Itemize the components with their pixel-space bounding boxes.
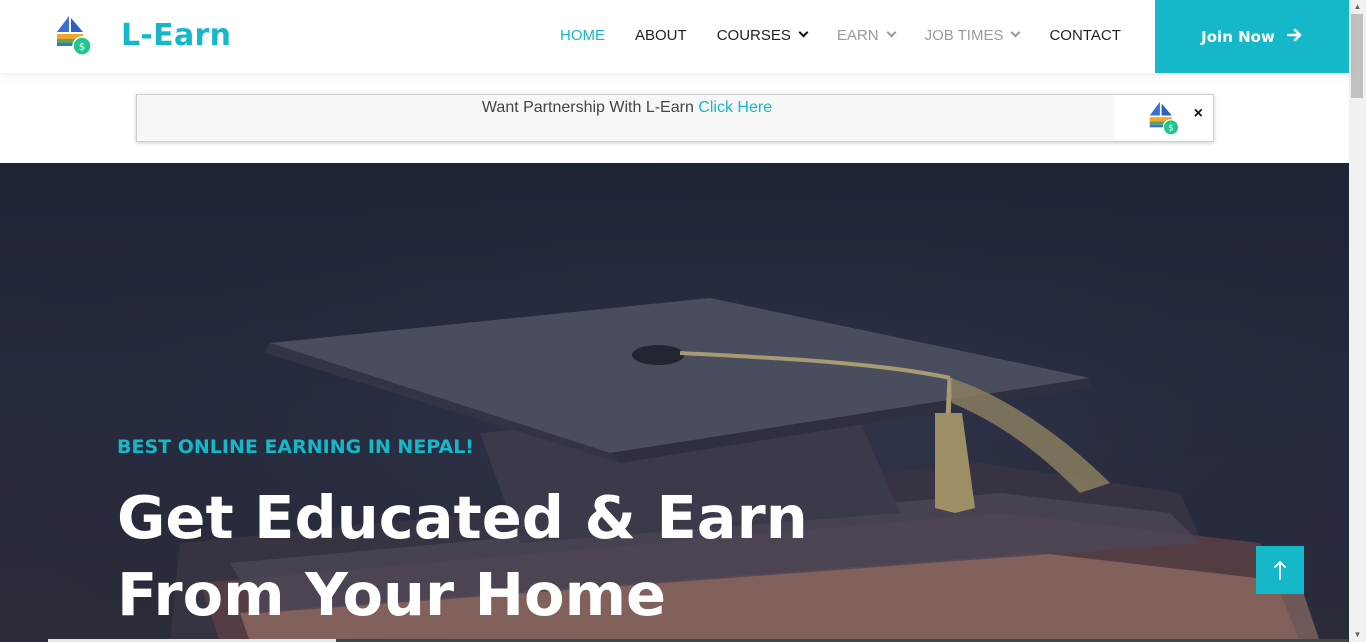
banner-icon-box: $ × xyxy=(1114,95,1213,141)
chevron-down-icon xyxy=(886,27,897,38)
join-now-label: Join Now xyxy=(1201,27,1275,46)
hero-section: BEST ONLINE EARNING IN NEPAL! Get Educat… xyxy=(0,163,1349,642)
svg-text:$: $ xyxy=(79,42,85,53)
page-scrollbar[interactable]: ▲ ▼ xyxy=(1349,0,1366,642)
scroll-down-icon[interactable]: ▼ xyxy=(1349,628,1366,642)
logo-icon: $ xyxy=(55,14,95,56)
nav-courses-label: COURSES xyxy=(716,26,791,44)
site-header: $ L-Earn HOME ABOUT COURSES EARN JOB TIM… xyxy=(0,0,1349,73)
nav-about-label: ABOUT xyxy=(635,26,687,44)
partnership-banner: Want Partnership With L-Earn Click Here … xyxy=(136,94,1214,142)
join-now-button[interactable]: Join Now xyxy=(1155,0,1349,73)
logo-icon: $ xyxy=(1148,99,1182,137)
hero-subtitle: BEST ONLINE EARNING IN NEPAL! xyxy=(117,436,474,458)
brand-logo[interactable]: $ L-Earn xyxy=(55,14,231,56)
nav-earn[interactable]: EARN xyxy=(836,26,897,44)
nav-about[interactable]: ABOUT xyxy=(635,27,687,44)
nav-job-times-label: JOB TIMES xyxy=(924,26,1004,44)
chevron-down-icon xyxy=(798,27,809,38)
banner-message: Want Partnership With L-Earn Click Here xyxy=(137,99,1117,117)
arrow-right-icon xyxy=(1286,26,1303,47)
hero-title: Get Educated & Earn From Your Home xyxy=(117,479,837,633)
scrollbar-thumb[interactable] xyxy=(1351,14,1363,98)
nav-contact-label: CONTACT xyxy=(1049,26,1121,44)
main-nav: HOME ABOUT COURSES EARN JOB TIMES CONTAC… xyxy=(560,0,1151,70)
nav-home-label: HOME xyxy=(560,26,605,44)
hero-title-line2: From Your Home xyxy=(117,560,667,629)
arrow-up-icon xyxy=(1274,561,1286,580)
nav-contact[interactable]: CONTACT xyxy=(1049,27,1120,44)
banner-text: Want Partnership With L-Earn xyxy=(481,99,694,116)
nav-earn-label: EARN xyxy=(836,26,879,44)
chevron-down-icon xyxy=(1011,27,1021,38)
svg-text:$: $ xyxy=(1168,124,1173,134)
nav-home[interactable]: HOME xyxy=(560,27,605,44)
hero-title-line1: Get Educated & Earn xyxy=(117,483,808,552)
brand-name[interactable]: L-Earn xyxy=(121,18,231,53)
back-to-top-button[interactable] xyxy=(1256,546,1304,594)
scroll-up-icon[interactable]: ▲ xyxy=(1349,0,1366,14)
banner-click-here-link[interactable]: Click Here xyxy=(698,99,772,116)
close-icon[interactable]: × xyxy=(1194,105,1203,123)
nav-courses[interactable]: COURSES xyxy=(716,26,809,44)
nav-job-times[interactable]: JOB TIMES xyxy=(924,26,1021,44)
